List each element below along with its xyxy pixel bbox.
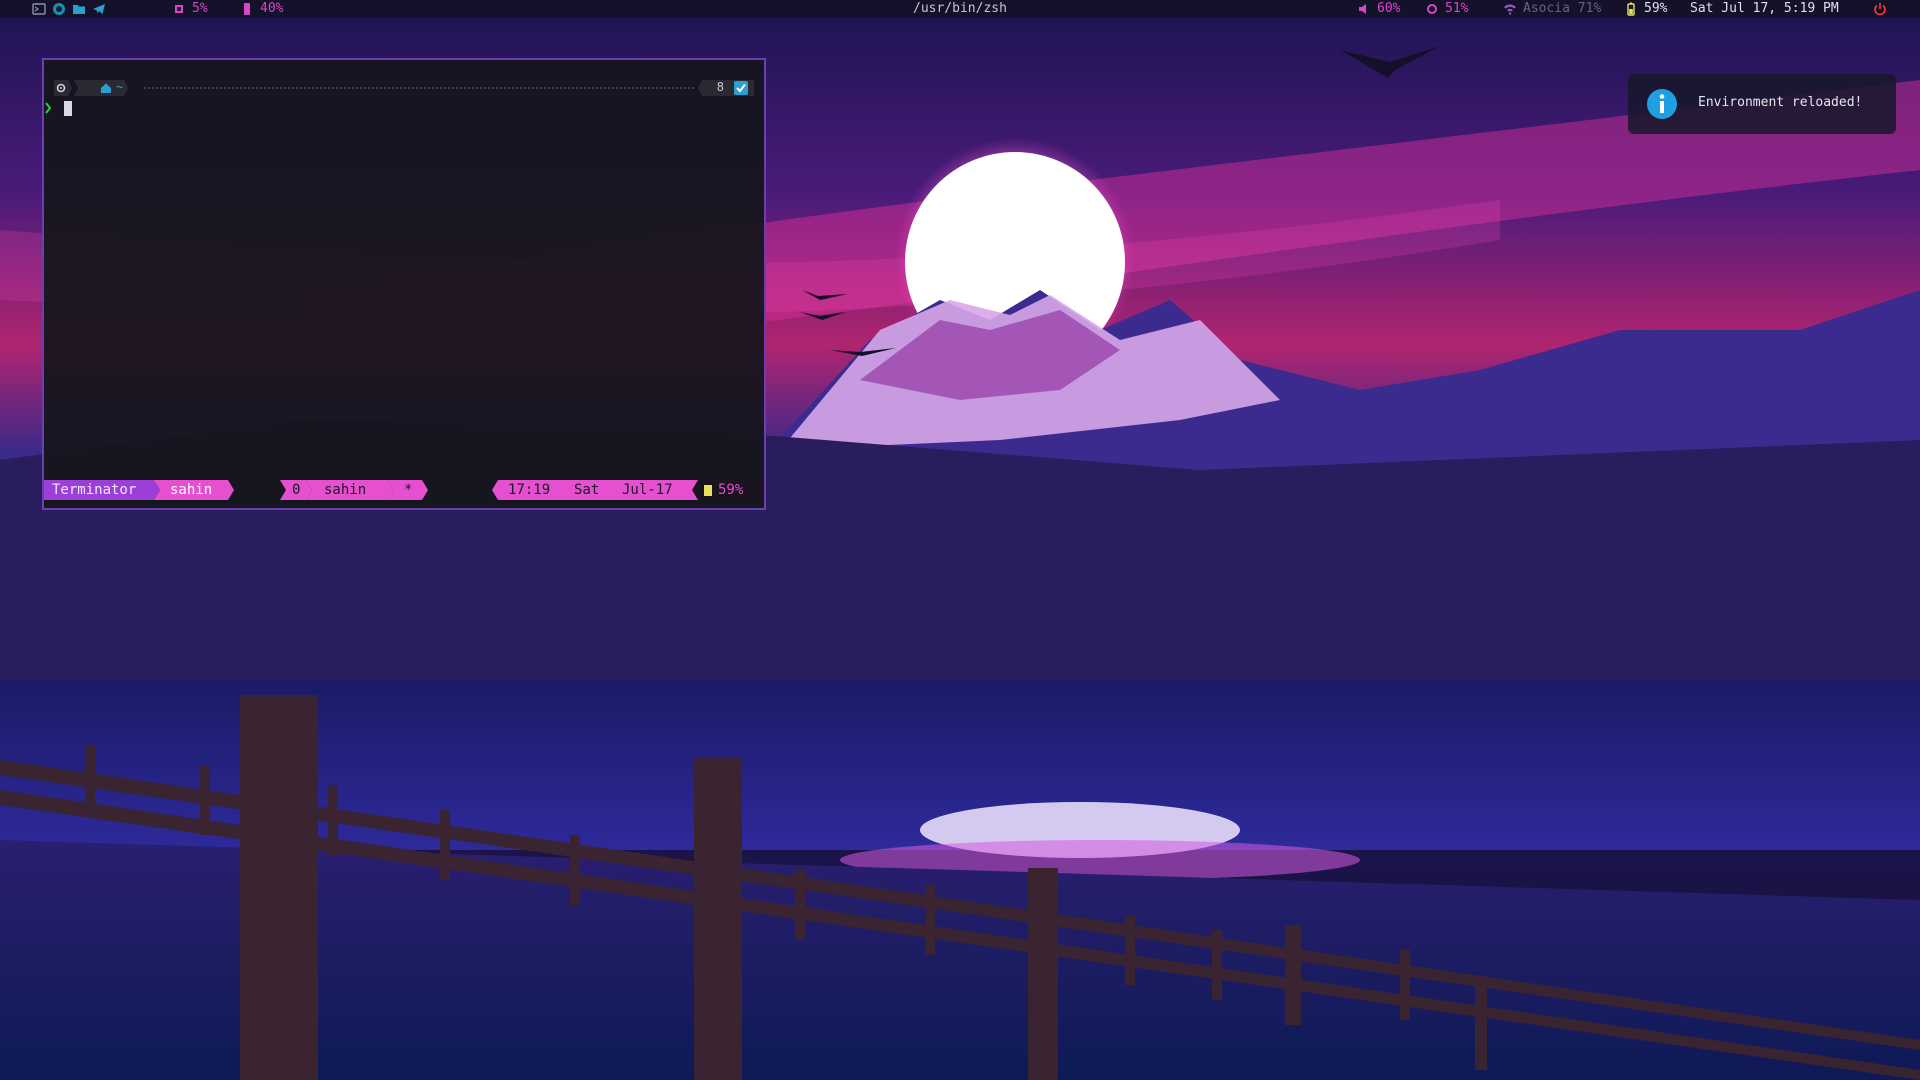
power-icon (1874, 3, 1886, 16)
battery-icon (1627, 2, 1635, 16)
folder-icon[interactable] (72, 2, 86, 16)
prompt-filler (144, 87, 694, 89)
telegram-icon[interactable] (92, 2, 106, 16)
wifi-indicator[interactable]: Asocia 71% (1503, 0, 1601, 18)
home-icon (101, 83, 111, 93)
check-icon (734, 81, 748, 95)
volume-icon (1359, 4, 1366, 14)
brightness-level: 51% (1445, 1, 1469, 16)
notification-text: Environment reloaded! (1698, 95, 1863, 110)
notification-popup[interactable]: Environment reloaded! (1628, 74, 1896, 134)
memory-indicator: 40% (240, 0, 283, 18)
prompt-line: ~ 8 (54, 80, 754, 96)
terminal-icon[interactable] (32, 2, 46, 16)
info-icon (1647, 89, 1677, 119)
input-line[interactable] (44, 100, 74, 116)
status-window-flag: * (404, 482, 413, 498)
volume-level: 60% (1377, 1, 1401, 16)
status-window-index: 0 (292, 482, 301, 498)
brightness-icon (1427, 4, 1437, 14)
launcher-group (32, 0, 106, 18)
job-count: 8 (716, 80, 724, 94)
wifi-status: Asocia 71% (1523, 1, 1602, 16)
prompt-directory: ~ (116, 80, 124, 94)
brightness-indicator[interactable]: 51% (1425, 0, 1468, 18)
cpu-indicator: 5% (172, 0, 208, 18)
cpu-usage: 5% (192, 1, 208, 16)
status-day: Sat (574, 482, 600, 498)
status-date: Jul-17 (622, 482, 673, 498)
status-app-name: Terminator (52, 482, 137, 498)
power-button[interactable] (1873, 0, 1887, 18)
volume-indicator[interactable]: 60% (1357, 0, 1400, 18)
status-session-user: sahin (170, 482, 213, 498)
wifi-icon (1504, 4, 1516, 15)
top-panel: 5% 40% /usr/bin/zsh 60% 51% Asocia 71% 5… (0, 0, 1920, 18)
status-time: 17:19 (508, 482, 551, 498)
window-title-text: /usr/bin/zsh (913, 1, 1007, 16)
terminal-window[interactable]: ~ 8 Terminator sahin 0 sahin * 17:19 Sat… (42, 58, 766, 510)
memory-usage: 40% (260, 1, 284, 16)
status-battery: 59% (718, 482, 744, 498)
browser-icon[interactable] (52, 2, 66, 16)
clock-text: Sat Jul 17, 5:19 PM (1690, 1, 1839, 16)
memory-icon (244, 3, 250, 15)
clock[interactable]: Sat Jul 17, 5:19 PM (1690, 0, 1839, 18)
battery-level: 59% (1644, 1, 1668, 16)
tmux-status-bar: Terminator sahin 0 sahin * 17:19 Sat Jul… (44, 480, 764, 500)
status-window-name: sahin (324, 482, 367, 498)
battery-indicator: 59% (1624, 0, 1667, 18)
cpu-icon (175, 5, 183, 13)
gear-icon (56, 83, 66, 93)
focused-window-title: /usr/bin/zsh (913, 0, 1007, 18)
text-cursor (64, 101, 72, 116)
